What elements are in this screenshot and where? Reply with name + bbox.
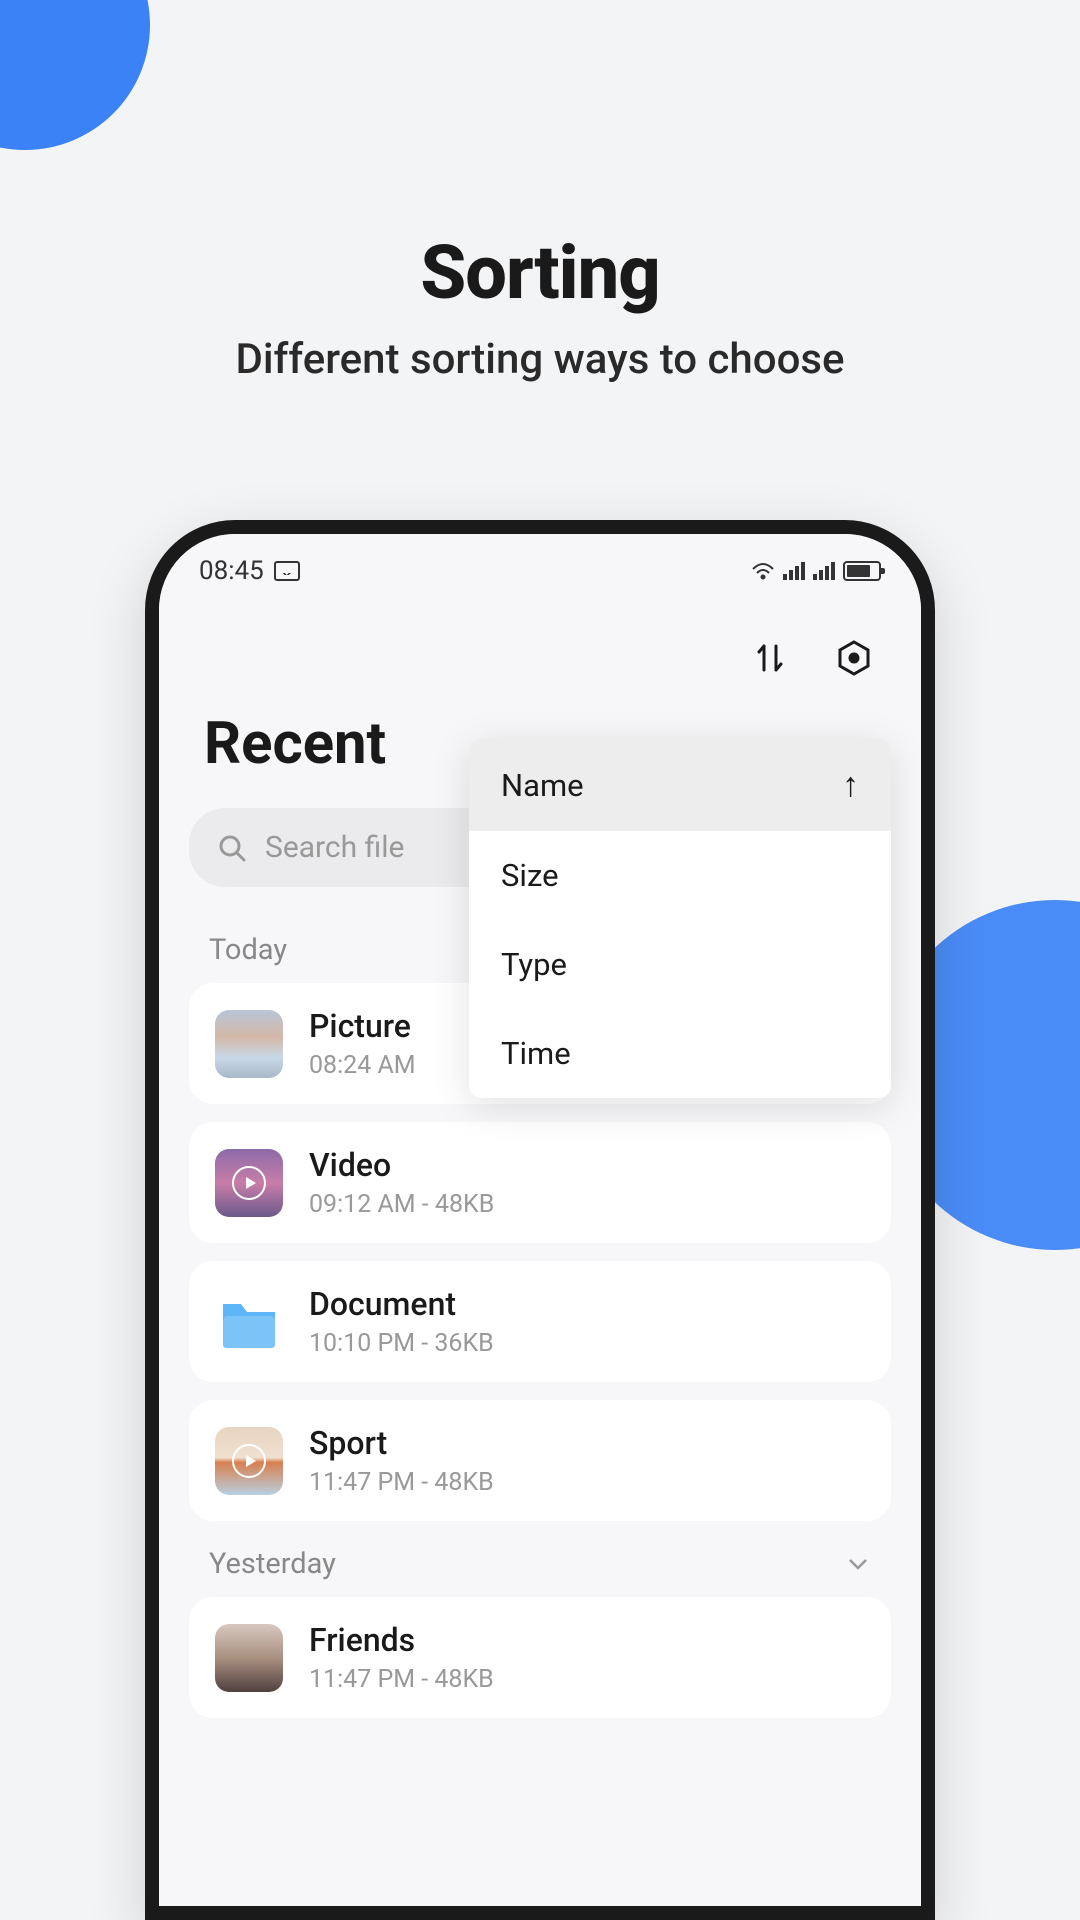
file-thumbnail-video-icon	[215, 1149, 283, 1217]
file-meta: 11:47 PM - 48KB	[309, 1665, 865, 1694]
sort-menu: Name ↑ Size Type Time	[469, 739, 891, 1098]
promo-subtitle: Different sorting ways to choose	[0, 335, 1080, 384]
wifi-icon	[751, 561, 775, 581]
file-meta: 10:10 PM - 36KB	[309, 1329, 865, 1358]
battery-icon	[843, 561, 881, 581]
sort-option-label: Size	[501, 857, 559, 894]
section-header[interactable]: Yesterday	[189, 1521, 891, 1597]
status-time: 08:45	[199, 556, 264, 586]
file-info: Document 10:10 PM - 36KB	[309, 1285, 865, 1358]
file-name: Document	[309, 1285, 865, 1323]
file-info: Friends 11:47 PM - 48KB	[309, 1621, 865, 1694]
sort-option-label: Time	[501, 1035, 571, 1072]
status-bar: 08:45	[189, 534, 891, 586]
file-thumbnail-image-icon	[215, 1624, 283, 1692]
sort-option-label: Type	[501, 946, 567, 983]
file-item[interactable]: Sport 11:47 PM - 48KB	[189, 1400, 891, 1521]
chevron-down-icon	[845, 1551, 871, 1577]
file-item[interactable]: Friends 11:47 PM - 48KB	[189, 1597, 891, 1718]
sort-option-type[interactable]: Type	[469, 920, 891, 1009]
promo-header: Sorting Different sorting ways to choose	[0, 230, 1080, 384]
sort-option-time[interactable]: Time	[469, 1009, 891, 1098]
signal-icon	[813, 562, 835, 580]
file-thumbnail-video-icon	[215, 1427, 283, 1495]
phone-frame: 08:45 Recent Search file	[145, 520, 935, 1920]
file-info: Sport 11:47 PM - 48KB	[309, 1424, 865, 1497]
signal-icon	[783, 562, 805, 580]
file-name: Video	[309, 1146, 865, 1184]
section-label: Today	[209, 933, 287, 967]
file-name: Friends	[309, 1621, 865, 1659]
file-meta: 11:47 PM - 48KB	[309, 1468, 865, 1497]
status-right	[751, 561, 881, 581]
search-placeholder: Search file	[265, 830, 404, 865]
settings-button[interactable]	[832, 636, 876, 680]
phone-screen: 08:45 Recent Search file	[159, 534, 921, 1906]
file-item[interactable]: Document 10:10 PM - 36KB	[189, 1261, 891, 1382]
file-name: Sport	[309, 1424, 865, 1462]
sort-option-name[interactable]: Name ↑	[469, 739, 891, 831]
sort-button[interactable]	[748, 636, 792, 680]
file-thumbnail-folder-icon	[215, 1288, 283, 1356]
file-meta: 09:12 AM - 48KB	[309, 1190, 865, 1219]
status-left: 08:45	[199, 556, 300, 586]
sort-option-label: Name	[501, 767, 584, 804]
arrow-up-icon: ↑	[842, 765, 859, 805]
promo-title: Sorting	[0, 230, 1080, 317]
mail-icon	[274, 561, 300, 581]
file-item[interactable]: Video 09:12 AM - 48KB	[189, 1122, 891, 1243]
file-info: Video 09:12 AM - 48KB	[309, 1146, 865, 1219]
toolbar	[189, 586, 891, 700]
section-label: Yesterday	[209, 1547, 336, 1581]
search-icon	[217, 833, 247, 863]
file-thumbnail-image-icon	[215, 1010, 283, 1078]
background-decoration	[0, 0, 150, 150]
file-list: Friends 11:47 PM - 48KB	[189, 1597, 891, 1718]
sort-option-size[interactable]: Size	[469, 831, 891, 920]
